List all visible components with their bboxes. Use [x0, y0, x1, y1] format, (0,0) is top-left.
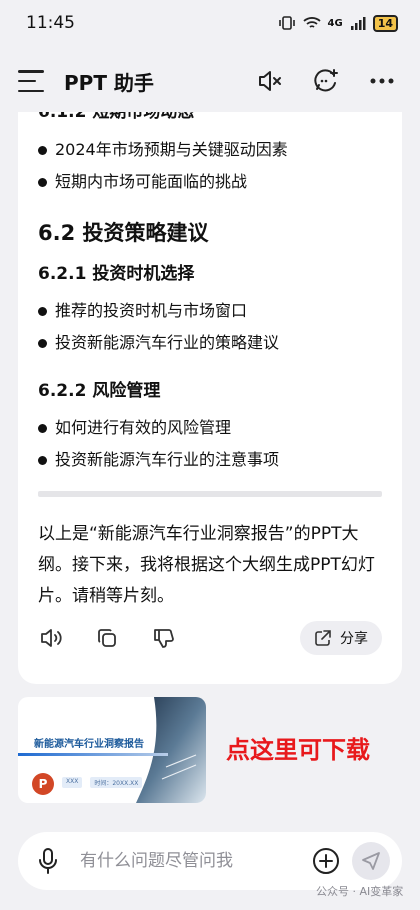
- network-label: 4G: [327, 17, 343, 29]
- outline-section-heading: 6.2 投资策略建议: [38, 221, 209, 245]
- ppt-preview-card[interactable]: 新能源汽车行业洞察报告 P XXX 时间：20XX.XX: [18, 697, 206, 803]
- outline-subheading: 6.2.2 风险管理: [38, 381, 161, 401]
- battery-icon: 14: [372, 14, 398, 32]
- send-icon: [362, 852, 380, 870]
- ppt-meta-left: XXX: [62, 777, 83, 788]
- app-header: PPT 助手: [0, 50, 420, 112]
- outline-bullet: 如何进行有效的风险管理: [38, 415, 382, 441]
- outline-heading: 6.1.2 短期市场动态: [38, 112, 382, 121]
- outline-bullet: 投资新能源汽车行业的注意事项: [38, 447, 382, 473]
- status-time: 11:45: [26, 13, 75, 33]
- new-chat-button[interactable]: [306, 61, 346, 101]
- microphone-icon[interactable]: [38, 848, 58, 874]
- more-button[interactable]: [362, 61, 402, 101]
- copy-icon: [98, 629, 116, 647]
- download-annotation: 点这里可下载: [226, 736, 370, 764]
- speaker-icon: [41, 629, 62, 647]
- outline-bullet: 短期内市场可能面临的挑战: [38, 169, 382, 195]
- send-button[interactable]: [352, 842, 390, 880]
- outline-bullet: 推荐的投资时机与市场窗口: [38, 298, 382, 324]
- response-actions: 分享: [18, 618, 402, 658]
- ppt-meta-right: 时间：20XX.XX: [90, 777, 143, 788]
- watermark: 公众号 · AI变革家: [316, 885, 404, 898]
- message-input[interactable]: [80, 851, 312, 871]
- message-composer: [18, 832, 402, 890]
- outline-subheading: 6.2.1 投资时机选择: [38, 264, 195, 284]
- share-button[interactable]: 分享: [300, 621, 382, 655]
- signal-icon: [350, 17, 366, 30]
- read-aloud-button[interactable]: [38, 625, 64, 651]
- status-bar: 11:45 4G 14: [0, 0, 420, 46]
- wifi-icon: [302, 17, 321, 28]
- page-title: PPT 助手: [64, 70, 154, 95]
- menu-icon[interactable]: [18, 70, 44, 92]
- vibrate-icon: [278, 16, 295, 30]
- mute-button[interactable]: [250, 61, 290, 101]
- ppt-meta: XXX 时间：20XX.XX: [62, 777, 143, 788]
- copy-button[interactable]: [94, 625, 120, 651]
- ppt-title: 新能源汽车行业洞察报告: [34, 739, 144, 750]
- share-label: 分享: [340, 631, 368, 647]
- speaker-muted-icon: [259, 71, 281, 91]
- thumbs-down-icon: [154, 629, 174, 648]
- ai-response-card: 6.1.2 短期市场动态 2024年市场预期与关键驱动因素 短期内市场可能面临的…: [18, 112, 402, 684]
- dislike-button[interactable]: [150, 625, 176, 651]
- share-icon: [315, 630, 331, 646]
- outline-bullet: 投资新能源汽车行业的策略建议: [38, 330, 382, 356]
- add-icon[interactable]: [312, 847, 340, 875]
- outline-bullet: 2024年市场预期与关键驱动因素: [38, 137, 382, 163]
- status-icons: 4G 14: [278, 14, 398, 32]
- ppt-cover-image: [136, 697, 206, 803]
- powerpoint-icon: P: [32, 773, 54, 795]
- new-chat-icon: [314, 69, 338, 92]
- more-icon: [370, 78, 394, 84]
- response-summary: 以上是“新能源汽车行业洞察报告”的PPT大纲。接下来，我将根据这个大纲生成PPT…: [38, 524, 375, 606]
- ppt-stripe: [18, 753, 168, 756]
- outline-content: 6.1.2 短期市场动态 2024年市场预期与关键驱动因素 短期内市场可能面临的…: [18, 112, 402, 612]
- divider: [38, 491, 382, 497]
